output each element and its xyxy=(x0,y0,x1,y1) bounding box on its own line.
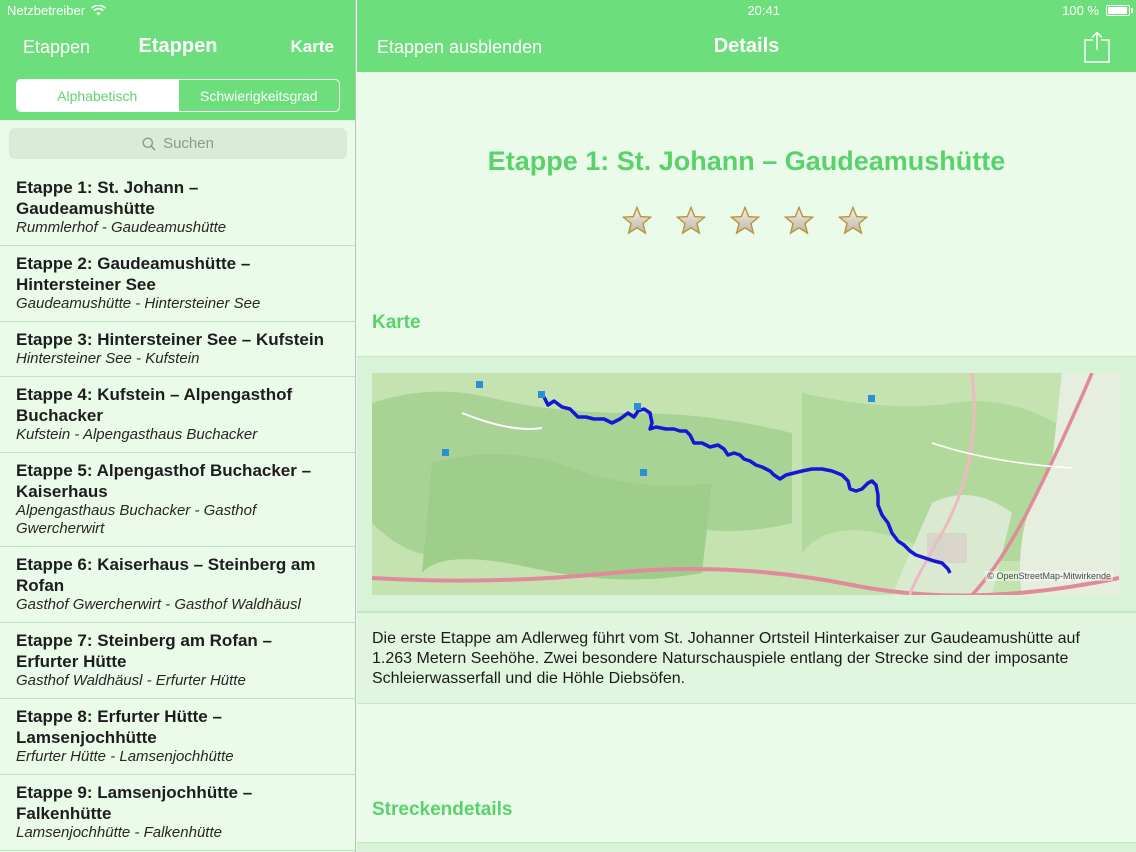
stage-row-9[interactable]: Etappe 9: Lamsenjochhütte – Falkenhütte … xyxy=(0,775,355,851)
stage-subtitle: Rummlerhof - Gaudeamushütte xyxy=(16,219,227,236)
difficulty-rating xyxy=(622,206,868,236)
route-map[interactable]: © OpenStreetMap-Mitwirkende xyxy=(372,373,1119,595)
stage-row-3[interactable]: Etappe 3: Hintersteiner See – Kufstein H… xyxy=(0,322,355,377)
map-button[interactable]: Karte xyxy=(291,37,334,57)
sort-segmented-control: Alphabetisch Schwierigkeitsgrad xyxy=(16,79,340,112)
stage-subtitle: Gasthof Waldhäusl - Erfurter Hütte xyxy=(16,672,246,689)
stage-subtitle: Alpengasthaus Buchacker - Gasthof Gwerch… xyxy=(16,502,257,537)
star-icon xyxy=(838,206,868,235)
stage-row-2[interactable]: Etappe 2: Gaudeamushütte – Hintersteiner… xyxy=(0,246,355,322)
stage-description: Die erste Etappe am Adlerweg führt vom S… xyxy=(357,612,1136,704)
stage-title: Etappe 4: Kufstein – Alpengasthof Buchac… xyxy=(16,385,293,425)
stage-title: Etappe 9: Lamsenjochhütte – Falkenhütte xyxy=(16,783,253,823)
stage-list-panel: Netzbetreiber Etappen Etappen Karte Alph… xyxy=(0,0,356,852)
stage-subtitle: Erfurter Hütte - Lamsenjochhütte xyxy=(16,748,234,765)
stage-subtitle: Hintersteiner See - Kufstein xyxy=(16,350,200,367)
stage-row-4[interactable]: Etappe 4: Kufstein – Alpengasthof Buchac… xyxy=(0,377,355,453)
map-attribution: © OpenStreetMap-Mitwirkende xyxy=(985,571,1113,581)
route-details-label: Streckendetails xyxy=(372,799,513,820)
stage-row-6[interactable]: Etappe 6: Kaiserhaus – Steinberg am Rofa… xyxy=(0,547,355,623)
stage-title: Etappe 8: Erfurter Hütte – Lamsenjochhüt… xyxy=(16,707,222,747)
carrier-label: Netzbetreiber xyxy=(7,3,86,18)
map-section-label: Karte xyxy=(372,312,421,333)
star-icon xyxy=(676,206,706,235)
stage-list: Etappe 1: St. Johann – Gaudeamushütte Ru… xyxy=(0,170,355,851)
clock: 20:41 xyxy=(747,3,780,18)
star-icon xyxy=(730,206,760,235)
stage-title: Etappe 3: Hintersteiner See – Kufstein xyxy=(16,330,324,349)
map-section: © OpenStreetMap-Mitwirkende xyxy=(357,356,1136,612)
stage-subtitle: Gaudeamushütte - Hintersteiner See xyxy=(16,295,261,312)
stage-title: Etappe 2: Gaudeamushütte – Hintersteiner… xyxy=(16,254,251,294)
detail-nav-title: Details xyxy=(713,35,780,57)
battery-tip-icon xyxy=(1131,8,1133,13)
star-icon xyxy=(622,206,652,235)
map-graphic xyxy=(372,373,1119,595)
battery-percent: 100 % xyxy=(1062,3,1099,18)
star-icon xyxy=(784,206,814,235)
right-navigation-bar: 20:41 100 % Etappen ausblenden Details xyxy=(357,0,1136,72)
stage-subtitle: Gasthof Gwercherwirt - Gasthof Waldhäusl xyxy=(16,596,301,613)
share-icon[interactable] xyxy=(1084,31,1110,63)
route-details-section xyxy=(357,842,1136,852)
stage-title: Etappe 7: Steinberg am Rofan – Erfurter … xyxy=(16,631,272,671)
search-field[interactable]: Suchen xyxy=(9,128,347,159)
stage-detail-title: Etappe 1: St. Johann – Gaudeamushütte xyxy=(487,146,1006,176)
stage-subtitle: Lamsenjochhütte - Falkenhütte xyxy=(16,824,222,841)
battery-icon xyxy=(1106,5,1130,16)
stage-row-1[interactable]: Etappe 1: St. Johann – Gaudeamushütte Ru… xyxy=(0,170,355,246)
search-placeholder: Suchen xyxy=(163,135,214,152)
stage-row-5[interactable]: Etappe 5: Alpengasthof Buchacker – Kaise… xyxy=(0,453,355,547)
stage-title: Etappe 6: Kaiserhaus – Steinberg am Rofa… xyxy=(16,555,316,595)
stage-title: Etappe 1: St. Johann – Gaudeamushütte xyxy=(16,178,199,218)
detail-panel: 20:41 100 % Etappen ausblenden Details E… xyxy=(357,0,1136,852)
stage-row-8[interactable]: Etappe 8: Erfurter Hütte – Lamsenjochhüt… xyxy=(0,699,355,775)
search-icon xyxy=(142,137,156,151)
wifi-icon xyxy=(91,5,107,16)
stage-title: Etappe 5: Alpengasthof Buchacker – Kaise… xyxy=(16,461,312,501)
stage-subtitle: Kufstein - Alpengasthaus Buchacker xyxy=(16,426,258,443)
left-navigation-bar: Netzbetreiber Etappen Etappen Karte Alph… xyxy=(0,0,355,120)
segment-difficulty[interactable]: Schwierigkeitsgrad xyxy=(177,80,340,111)
stage-row-7[interactable]: Etappe 7: Steinberg am Rofan – Erfurter … xyxy=(0,623,355,699)
segment-alphabetical[interactable]: Alphabetisch xyxy=(17,80,178,111)
status-bar-left: Netzbetreiber xyxy=(7,3,107,18)
